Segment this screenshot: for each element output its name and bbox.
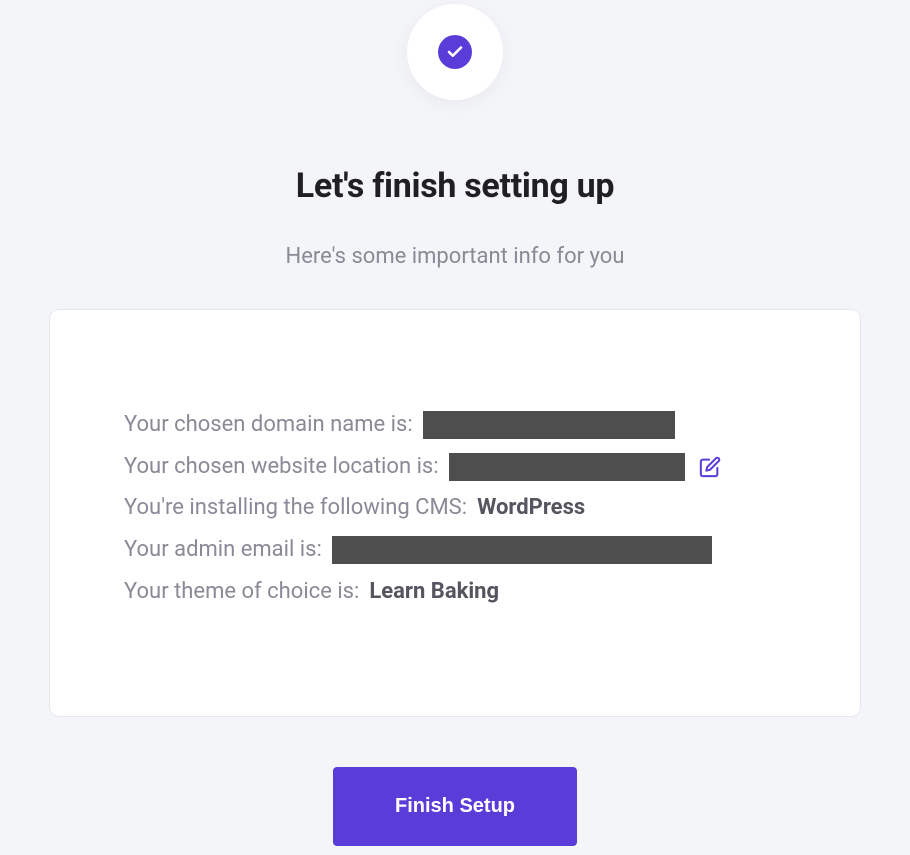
summary-card: Your chosen domain name is: Your chosen …: [49, 309, 861, 717]
domain-label: Your chosen domain name is:: [124, 410, 413, 440]
theme-label: Your theme of choice is:: [124, 577, 359, 607]
domain-value-redacted: [423, 411, 675, 439]
cms-value: WordPress: [477, 493, 585, 523]
theme-row: Your theme of choice is: Learn Baking: [124, 577, 786, 607]
email-value-redacted: [332, 536, 712, 564]
cms-row: You're installing the following CMS: Wor…: [124, 493, 786, 523]
finish-setup-button[interactable]: Finish Setup: [333, 767, 577, 846]
edit-location-icon[interactable]: [699, 456, 721, 478]
theme-value: Learn Baking: [369, 577, 499, 607]
domain-row: Your chosen domain name is:: [124, 410, 786, 440]
email-label: Your admin email is:: [124, 535, 322, 565]
cms-label: You're installing the following CMS:: [124, 493, 467, 523]
location-label: Your chosen website location is:: [124, 452, 439, 482]
checkmark-icon: [438, 35, 472, 69]
location-value-redacted: [449, 453, 685, 481]
email-row: Your admin email is:: [124, 535, 786, 565]
page-subtitle: Here's some important info for you: [286, 244, 625, 269]
location-row: Your chosen website location is:: [124, 452, 786, 482]
page-title: Let's finish setting up: [296, 166, 614, 206]
success-badge: [407, 4, 503, 100]
